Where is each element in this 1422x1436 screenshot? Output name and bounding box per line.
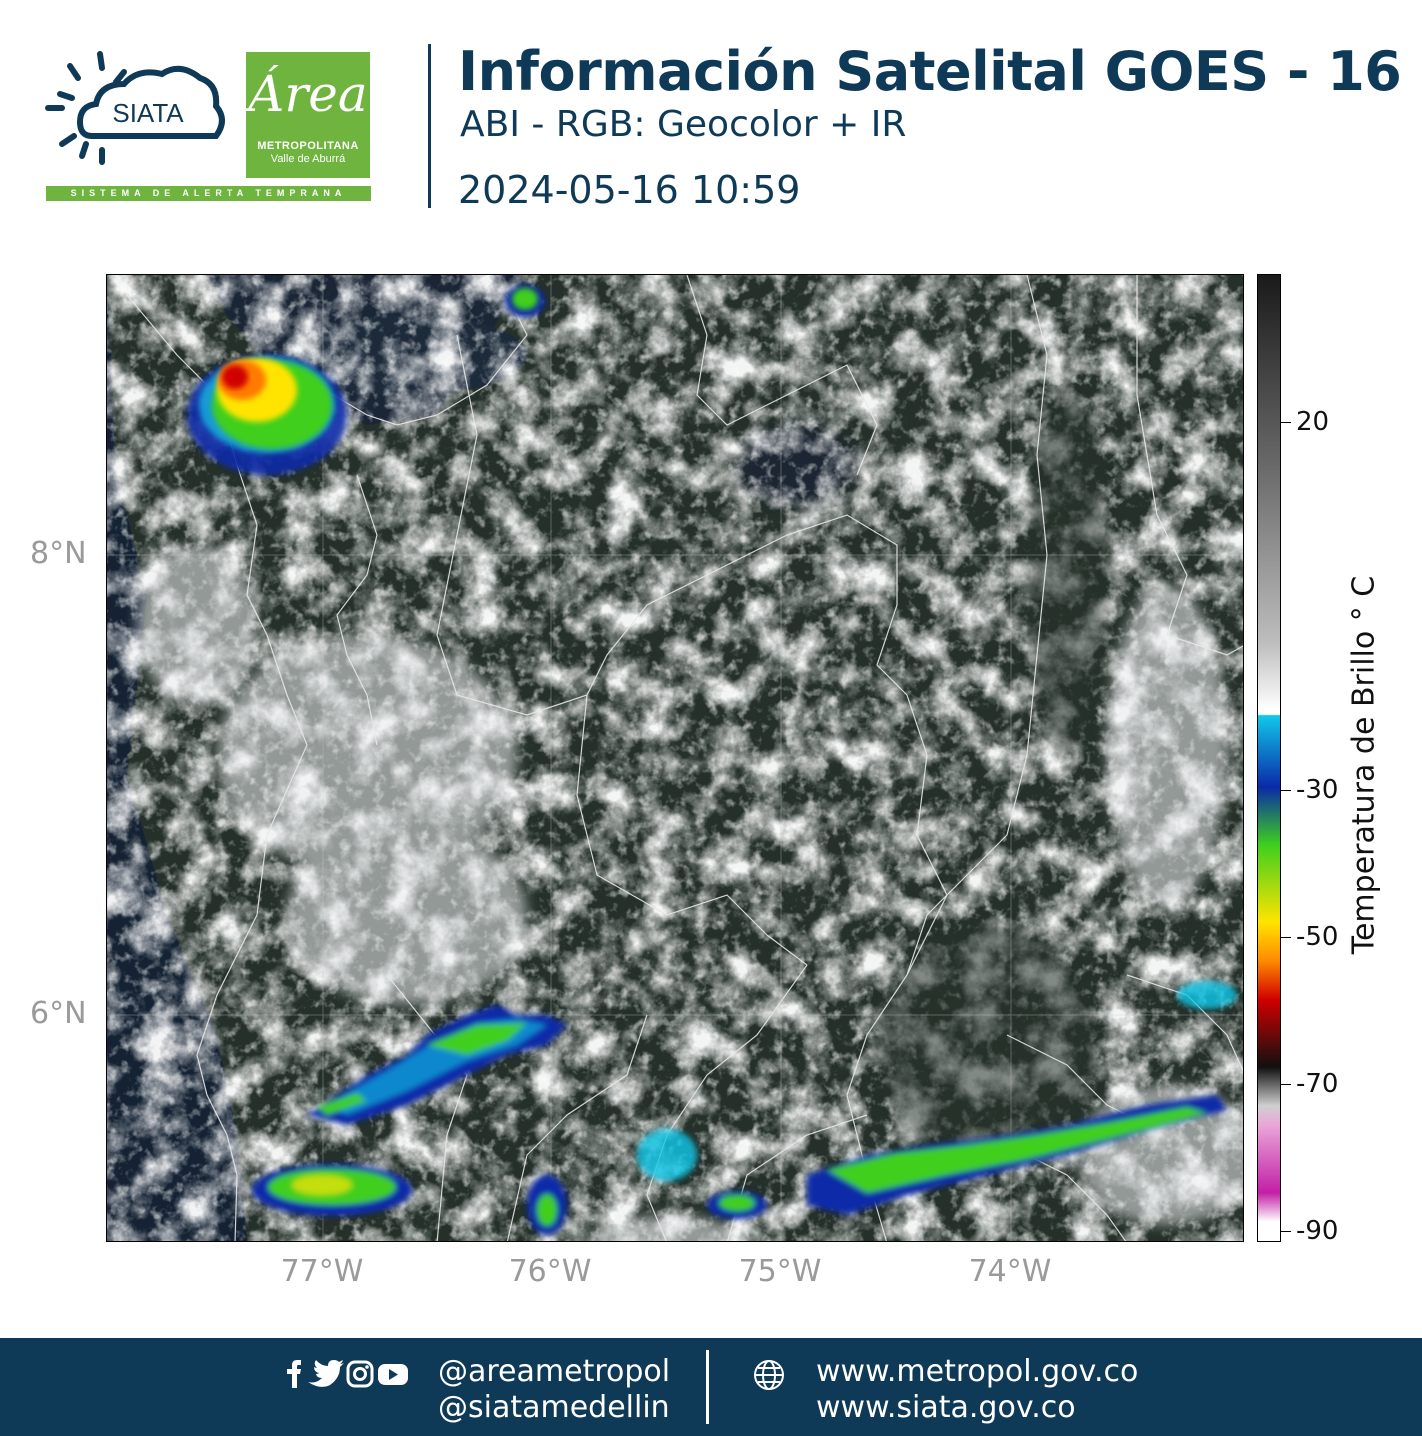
convective-cell-north	[505, 285, 545, 317]
xtick-label: 76°W	[508, 1254, 592, 1289]
footer-divider	[706, 1350, 709, 1424]
colorbar-label: -30	[1296, 775, 1339, 805]
social-handle-siatamedellin[interactable]: @siatamedellin	[438, 1390, 670, 1425]
colorbar-tick	[1281, 1084, 1291, 1085]
convective-cell-southwest	[252, 1164, 412, 1216]
colorbar-label: 20	[1296, 407, 1330, 437]
social-icons	[287, 1360, 408, 1388]
colorbar-label: -50	[1296, 922, 1339, 952]
colorbar-tick	[1281, 1231, 1291, 1232]
satellite-image	[107, 275, 1243, 1241]
satellite-map	[106, 274, 1244, 1242]
xtick-label: 75°W	[738, 1254, 822, 1289]
siata-logo-text: SIATA	[112, 98, 184, 128]
social-handle-areametropol[interactable]: @areametropol	[438, 1354, 670, 1389]
website-link-metropol[interactable]: www.metropol.gov.co	[816, 1354, 1138, 1389]
ytick-label: 8°N	[30, 536, 87, 571]
youtube-icon[interactable]	[378, 1364, 408, 1385]
colorbar-tick	[1281, 937, 1291, 938]
header-divider	[428, 44, 431, 208]
xtick-label: 77°W	[280, 1254, 364, 1289]
siata-logo: SIATA	[45, 51, 225, 165]
colorbar-title: Temperatura de Brillo ° C	[1346, 575, 1382, 955]
colorbar-tick	[1281, 790, 1291, 791]
xtick-label: 74°W	[968, 1254, 1052, 1289]
colorbar	[1257, 274, 1281, 1242]
image-datetime: 2024-05-16 10:59	[458, 168, 801, 212]
area-metropolitana-logo: Área METROPOLITANA Valle de Aburrá	[246, 52, 370, 178]
twitter-icon[interactable]	[308, 1360, 344, 1387]
colorbar-label: -90	[1296, 1216, 1339, 1246]
ytick-label: 6°N	[30, 996, 87, 1031]
area-logo-line1: METROPOLITANA	[257, 140, 359, 152]
page-subtitle: ABI - RGB: Geocolor + IR	[460, 104, 907, 145]
header: SIATA Área METROPOLITANA Valle de Aburrá…	[0, 0, 1422, 240]
siata-tagline: SISTEMA DE ALERTA TEMPRANA	[46, 186, 371, 201]
facebook-icon[interactable]	[287, 1360, 301, 1388]
colorbar-tick	[1281, 422, 1291, 423]
area-logo-script: Área	[248, 65, 368, 123]
instagram-icon[interactable]	[346, 1360, 374, 1388]
area-logo-line2: Valle de Aburrá	[270, 153, 346, 165]
page-title: Información Satelital GOES - 16	[458, 40, 1402, 103]
footer: @areametropol @siatamedellin www.metropo…	[0, 1338, 1422, 1436]
colorbar-label: -70	[1296, 1069, 1339, 1099]
globe-icon	[754, 1360, 784, 1390]
convective-cell-northwest	[187, 355, 347, 475]
website-link-siata[interactable]: www.siata.gov.co	[816, 1390, 1076, 1425]
